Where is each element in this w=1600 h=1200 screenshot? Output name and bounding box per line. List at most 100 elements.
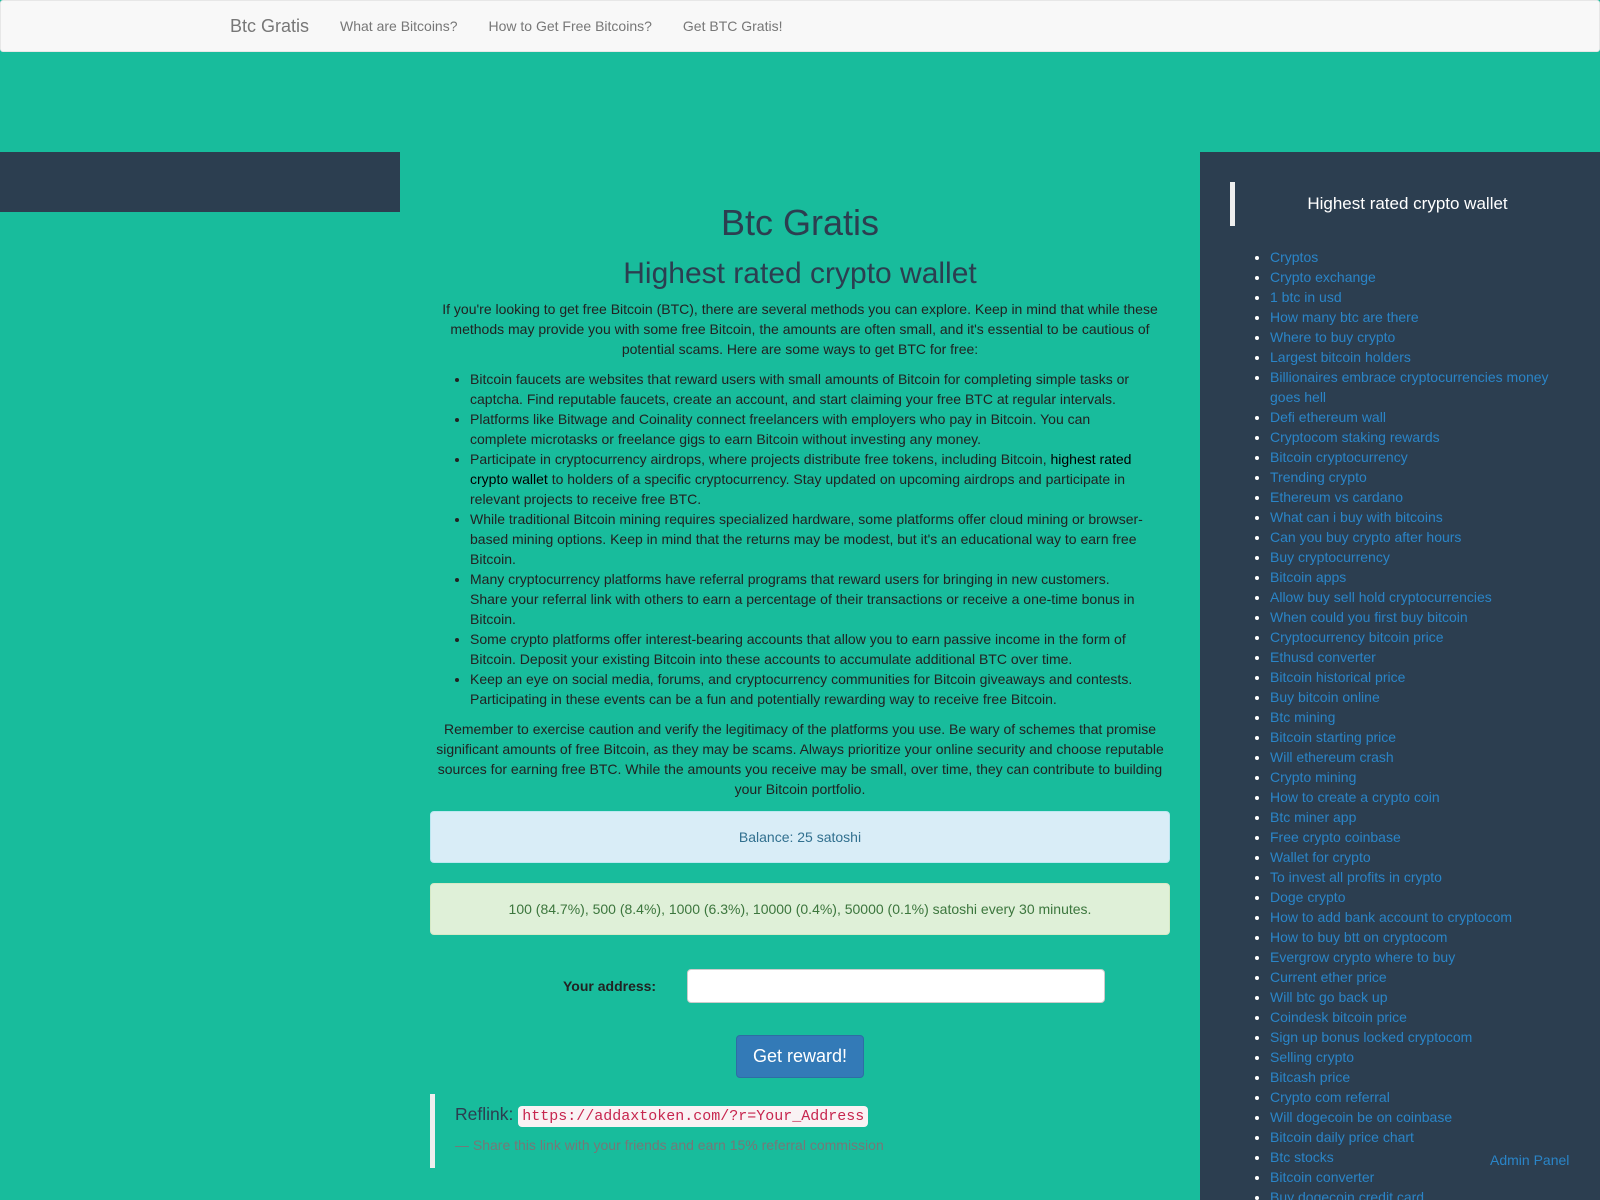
sidebar-link[interactable]: Crypto com referral <box>1270 1089 1390 1105</box>
sidebar-list-item: Bitcoin apps <box>1270 567 1560 587</box>
sidebar-list-item: How to buy btt on cryptocom <box>1270 927 1560 947</box>
sidebar-list-item: Bitcoin daily price chart <box>1270 1127 1560 1147</box>
reflink-url[interactable]: https://addaxtoken.com/?r=Your_Address <box>518 1106 869 1127</box>
balance-text: Balance: 25 satoshi <box>738 829 862 845</box>
sidebar-list-item: Where to buy crypto <box>1270 327 1560 347</box>
sidebar-link[interactable]: Bitcash price <box>1270 1069 1350 1085</box>
address-input[interactable] <box>687 969 1105 1003</box>
sidebar-list-item: Btc miner app <box>1270 807 1560 827</box>
sidebar-link[interactable]: Bitcoin converter <box>1270 1169 1374 1185</box>
tip-item: Participate in cryptocurrency airdrops, … <box>470 449 1170 509</box>
sidebar-link[interactable]: How to buy btt on cryptocom <box>1270 929 1447 945</box>
sidebar-list-item: Coindesk bitcoin price <box>1270 1007 1560 1027</box>
nav-link-get-btc[interactable]: Get BTC Gratis! <box>683 18 783 34</box>
sidebar-link[interactable]: Will btc go back up <box>1270 989 1388 1005</box>
sidebar-list-item: Bitcoin converter <box>1270 1167 1560 1187</box>
sidebar-link[interactable]: To invest all profits in crypto <box>1270 869 1442 885</box>
sidebar-list-item: Ethusd converter <box>1270 647 1560 667</box>
sidebar-list-item: 1 btc in usd <box>1270 287 1560 307</box>
sidebar-list-item: How to add bank account to cryptocom <box>1270 907 1560 927</box>
sidebar-link[interactable]: Cryptocom staking rewards <box>1270 429 1440 445</box>
get-reward-button[interactable]: Get reward! <box>735 1035 865 1078</box>
sidebar-link[interactable]: When could you first buy bitcoin <box>1270 609 1468 625</box>
sidebar-list-item: Bitcoin starting price <box>1270 727 1560 747</box>
sidebar-link[interactable]: Can you buy crypto after hours <box>1270 529 1461 545</box>
sidebar-link[interactable]: Crypto exchange <box>1270 269 1376 285</box>
sidebar-link[interactable]: Cryptocurrency bitcoin price <box>1270 629 1444 645</box>
sidebar-link[interactable]: Crypto mining <box>1270 769 1356 785</box>
sidebar-link[interactable]: Defi ethereum wall <box>1270 409 1386 425</box>
sidebar-link[interactable]: Ethusd converter <box>1270 649 1376 665</box>
sidebar-link[interactable]: Bitcoin starting price <box>1270 729 1396 745</box>
tip-item: Keep an eye on social media, forums, and… <box>470 669 1170 709</box>
tips-list: Bitcoin faucets are websites that reward… <box>430 369 1170 709</box>
sidebar-link[interactable]: Will ethereum crash <box>1270 749 1394 765</box>
sidebar-link[interactable]: Coindesk bitcoin price <box>1270 1009 1407 1025</box>
sidebar-link[interactable]: Billionaires embrace cryptocurrencies mo… <box>1270 369 1549 405</box>
brand-link[interactable]: Btc Gratis <box>230 16 309 37</box>
intro-paragraph: If you're looking to get free Bitcoin (B… <box>442 301 1158 357</box>
sidebar-link[interactable]: Buy cryptocurrency <box>1270 549 1390 565</box>
sidebar-list-item: Billionaires embrace cryptocurrencies mo… <box>1270 367 1560 407</box>
left-banner <box>0 152 400 212</box>
sidebar-link[interactable]: Doge crypto <box>1270 889 1345 905</box>
navbar: Btc Gratis What are Bitcoins? How to Get… <box>0 0 1600 52</box>
site-title: Btc Gratis <box>720 202 880 243</box>
nav-link-what-are-bitcoins[interactable]: What are Bitcoins? <box>340 18 458 34</box>
sidebar-link[interactable]: 1 btc in usd <box>1270 289 1342 305</box>
main-content: Btc Gratis Highest rated crypto wallet I… <box>430 195 1170 1168</box>
sidebar-link[interactable]: Current ether price <box>1270 969 1387 985</box>
address-label: Your address: <box>563 978 657 994</box>
sidebar-link[interactable]: Will dogecoin be on coinbase <box>1270 1109 1452 1125</box>
sidebar-list-item: Cryptocurrency bitcoin price <box>1270 627 1560 647</box>
sidebar-link[interactable]: Btc miner app <box>1270 809 1356 825</box>
sidebar-link[interactable]: Trending crypto <box>1270 469 1367 485</box>
sidebar-list-item: When could you first buy bitcoin <box>1270 607 1560 627</box>
sidebar-list-item: Allow buy sell hold cryptocurrencies <box>1270 587 1560 607</box>
sidebar-link[interactable]: Where to buy crypto <box>1270 329 1395 345</box>
sidebar-list-item: What can i buy with bitcoins <box>1270 507 1560 527</box>
sidebar-link[interactable]: Ethereum vs cardano <box>1270 489 1403 505</box>
tip-item: Bitcoin faucets are websites that reward… <box>470 369 1170 409</box>
sidebar-link[interactable]: Bitcoin historical price <box>1270 669 1405 685</box>
sidebar-link[interactable]: Wallet for crypto <box>1270 849 1371 865</box>
sidebar-list-item: Evergrow crypto where to buy <box>1270 947 1560 967</box>
nav-link-how-to-get[interactable]: How to Get Free Bitcoins? <box>489 18 652 34</box>
rewards-alert: 100 (84.7%), 500 (8.4%), 1000 (6.3%), 10… <box>430 883 1170 935</box>
sidebar-link[interactable]: Allow buy sell hold cryptocurrencies <box>1270 589 1492 605</box>
sidebar-link[interactable]: Btc mining <box>1270 709 1335 725</box>
sidebar-link[interactable]: Evergrow crypto where to buy <box>1270 949 1455 965</box>
sidebar-link[interactable]: What can i buy with bitcoins <box>1270 509 1443 525</box>
sidebar-link[interactable]: How to add bank account to cryptocom <box>1270 909 1512 925</box>
sidebar-link[interactable]: Largest bitcoin holders <box>1270 349 1411 365</box>
sidebar-link[interactable]: Buy bitcoin online <box>1270 689 1380 705</box>
sidebar-list-item: Buy bitcoin online <box>1270 687 1560 707</box>
sidebar-link[interactable]: Sign up bonus locked cryptocom <box>1270 1029 1472 1045</box>
sidebar-list-item: Btc mining <box>1270 707 1560 727</box>
sidebar-list-item: Wallet for crypto <box>1270 847 1560 867</box>
sidebar-link[interactable]: Bitcoin apps <box>1270 569 1346 585</box>
sidebar-list-item: Will dogecoin be on coinbase <box>1270 1107 1560 1127</box>
tip-text: Participate in cryptocurrency airdrops, … <box>470 451 1051 467</box>
sidebar-link[interactable]: How many btc are there <box>1270 309 1419 325</box>
sidebar-link[interactable]: Cryptos <box>1270 249 1318 265</box>
sidebar-link[interactable]: How to create a crypto coin <box>1270 789 1440 805</box>
sidebar-list-item: Cryptos <box>1270 247 1560 267</box>
sidebar-link[interactable]: Bitcoin daily price chart <box>1270 1129 1414 1145</box>
sidebar-list-item: Bitcoin historical price <box>1270 667 1560 687</box>
sidebar-list-item: Sign up bonus locked cryptocom <box>1270 1027 1560 1047</box>
sidebar-list-item: Largest bitcoin holders <box>1270 347 1560 367</box>
sidebar-link[interactable]: Btc stocks <box>1270 1149 1334 1165</box>
tip-text: to holders of a specific cryptocurrency.… <box>470 471 1125 507</box>
sidebar-link[interactable]: Buy dogecoin credit card <box>1270 1189 1424 1200</box>
tip-item: Many cryptocurrency platforms have refer… <box>470 569 1170 629</box>
page-heading: Highest rated crypto wallet <box>623 257 977 290</box>
reflink-label: Reflink: <box>455 1104 514 1124</box>
tip-item: Platforms like Bitwage and Coinality con… <box>470 409 1170 449</box>
sidebar-link[interactable]: Selling crypto <box>1270 1049 1354 1065</box>
sidebar-list-item: Ethereum vs cardano <box>1270 487 1560 507</box>
reflink-note: — Share this link with your friends and … <box>455 1137 884 1153</box>
sidebar-link[interactable]: Bitcoin cryptocurrency <box>1270 449 1408 465</box>
sidebar-link[interactable]: Free crypto coinbase <box>1270 829 1401 845</box>
admin-panel-link[interactable]: Admin Panel <box>1490 1152 1569 1168</box>
